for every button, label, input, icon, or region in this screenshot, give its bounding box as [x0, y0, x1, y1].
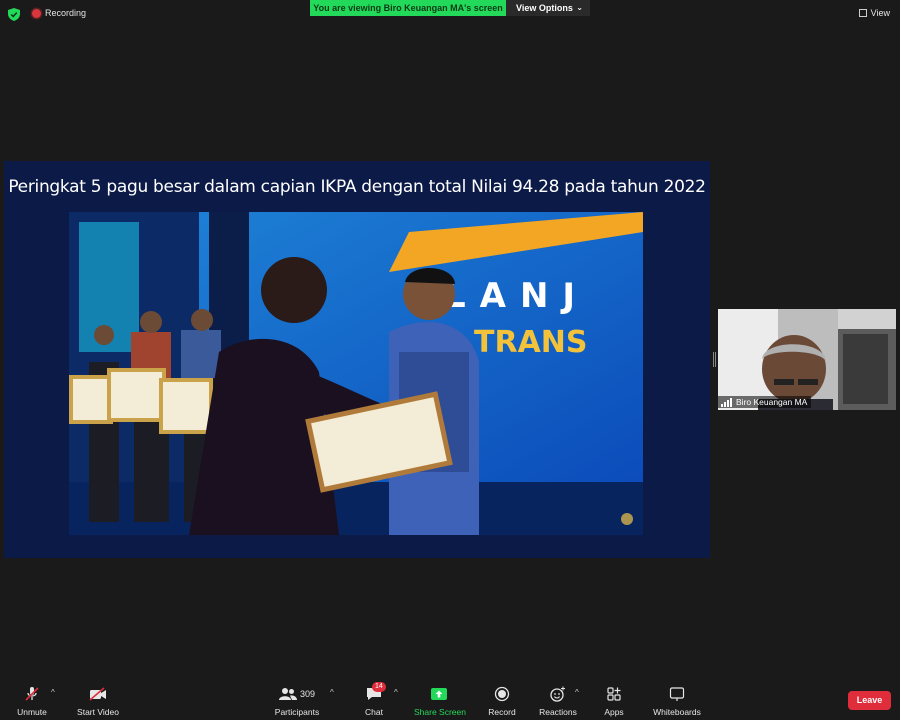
- record-button[interactable]: Record: [487, 684, 517, 717]
- top-bar: Recording You are viewing Biro Keuangan …: [0, 0, 900, 28]
- participant-name-tag: Biro Keuangan MA: [718, 396, 812, 408]
- start-video-label: Start Video: [77, 707, 119, 717]
- signal-strength-icon: [721, 398, 733, 407]
- apps-icon: [607, 687, 621, 701]
- whiteboards-button[interactable]: Whiteboards: [650, 684, 704, 717]
- record-icon: [494, 686, 510, 702]
- unmute-label: Unmute: [17, 707, 47, 717]
- view-button[interactable]: View: [858, 8, 890, 18]
- award-ceremony-photo: LANJ TRANS: [69, 212, 643, 535]
- chat-unread-badge: 14: [372, 682, 386, 692]
- audio-options-caret-icon[interactable]: ^: [51, 688, 55, 697]
- whiteboard-icon: [669, 687, 685, 701]
- microphone-muted-icon: [25, 687, 39, 701]
- apps-label: Apps: [604, 707, 624, 717]
- security-shield-icon[interactable]: [8, 8, 20, 21]
- participant-video-thumbnail[interactable]: Biro Keuangan MA: [718, 309, 896, 410]
- meeting-toolbar: Unmute ^ Start Video 309 Participants ^: [0, 680, 900, 720]
- unmute-button[interactable]: Unmute: [14, 684, 50, 717]
- chevron-down-icon: ⌄: [576, 3, 583, 12]
- slide-title: Peringkat 5 pagu besar dalam capian IKPA…: [8, 177, 706, 197]
- shared-screen: Peringkat 5 pagu besar dalam capian IKPA…: [4, 161, 710, 558]
- share-screen-icon: [431, 688, 447, 700]
- participants-button[interactable]: 309 Participants: [272, 684, 322, 717]
- video-camera-off-icon: [89, 687, 106, 701]
- participants-count: 309: [299, 689, 316, 699]
- viewing-screen-banner: You are viewing Biro Keuangan MA's scree…: [310, 0, 506, 16]
- view-options-button[interactable]: View Options ⌄: [506, 0, 590, 16]
- apps-button[interactable]: Apps: [600, 684, 628, 717]
- chat-button[interactable]: 14 Chat: [360, 682, 388, 717]
- participant-name: Biro Keuangan MA: [736, 397, 808, 407]
- share-screen-label: Share Screen: [414, 707, 466, 717]
- reactions-button[interactable]: Reactions: [538, 684, 578, 717]
- reactions-options-caret-icon[interactable]: ^: [575, 688, 579, 697]
- whiteboards-label: Whiteboards: [653, 707, 701, 717]
- record-label: Record: [488, 707, 516, 717]
- participants-icon: [278, 688, 297, 700]
- recording-indicator[interactable]: Recording: [32, 8, 86, 18]
- chat-label: Chat: [365, 707, 383, 717]
- view-layout-icon: [858, 9, 867, 17]
- share-screen-button[interactable]: Share Screen: [414, 684, 466, 717]
- stage-text-trans: TRANS: [474, 325, 588, 360]
- panel-resize-handle[interactable]: [713, 352, 716, 367]
- recording-dot-icon: [32, 8, 41, 18]
- participant-video-frame: [718, 309, 896, 410]
- chat-options-caret-icon[interactable]: ^: [394, 688, 398, 697]
- view-options-label: View Options: [516, 3, 573, 13]
- participants-label: Participants: [274, 707, 320, 717]
- leave-button[interactable]: Leave: [848, 691, 891, 710]
- recording-label: Recording: [45, 8, 87, 18]
- reactions-label: Reactions: [539, 707, 577, 717]
- participants-options-caret-icon[interactable]: ^: [330, 688, 334, 697]
- stage-text-lanj: LANJ: [444, 276, 589, 316]
- view-label: View: [870, 8, 890, 18]
- start-video-button[interactable]: Start Video: [76, 684, 120, 717]
- reactions-smiley-icon: [550, 686, 565, 702]
